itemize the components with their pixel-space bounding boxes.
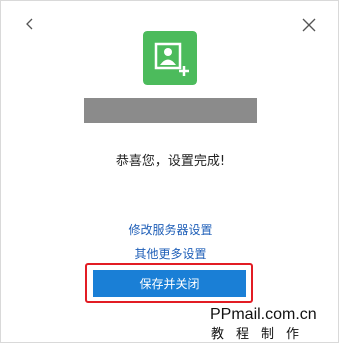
more-settings-link[interactable]: 其他更多设置: [1, 245, 339, 262]
close-icon[interactable]: [299, 15, 319, 35]
status-message: 恭喜您，设置完成!: [115, 154, 226, 169]
watermark-domain: PPmail.com.cn: [210, 306, 317, 323]
watermark-subtitle: 教程制作: [211, 327, 312, 342]
setup-complete-dialog: 恭喜您，设置完成! 修改服务器设置 其他更多设置 保存并关闭: [0, 0, 339, 343]
redacted-account-bar: [84, 98, 257, 123]
save-and-close-button[interactable]: 保存并关闭: [93, 270, 246, 297]
chevron-left-icon[interactable]: [21, 15, 39, 33]
modify-server-settings-link[interactable]: 修改服务器设置: [1, 221, 339, 238]
add-contact-icon: [143, 31, 197, 85]
